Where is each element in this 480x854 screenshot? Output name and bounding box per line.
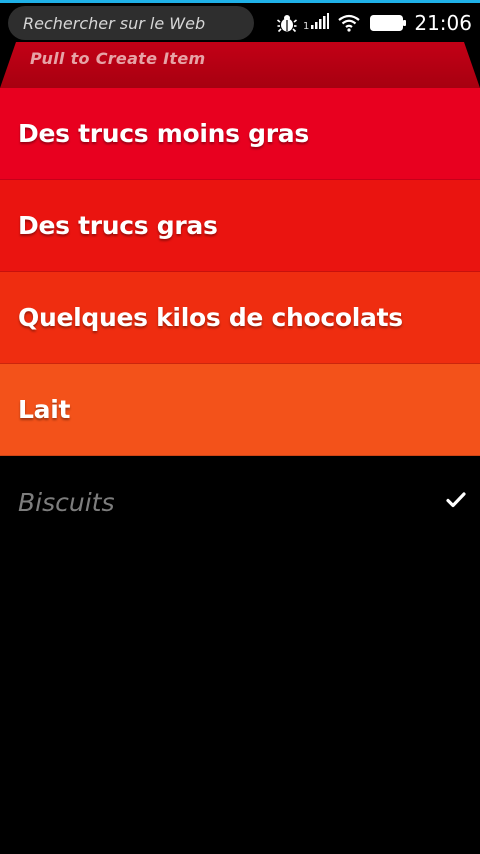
pull-header-label: Pull to Create Item (30, 49, 206, 68)
list-item[interactable]: Des trucs moins gras (0, 88, 480, 180)
checkmark-icon (446, 492, 466, 512)
signal-icon (311, 12, 330, 33)
app-screen: Rechercher sur le Web 1 21:06 Pull to Cr… (0, 0, 480, 854)
signal-indicator: 1 (302, 12, 330, 33)
battery-icon (370, 14, 407, 31)
list-item-label: Des trucs moins gras (18, 119, 309, 148)
wifi-icon (338, 14, 361, 32)
pull-to-create-header[interactable]: Pull to Create Item (0, 42, 480, 88)
bug-icon (276, 13, 297, 33)
list-item[interactable]: Quelques kilos de chocolats (0, 272, 480, 364)
list-item-label: Des trucs gras (18, 211, 218, 240)
status-icons: 1 21:06 (276, 3, 472, 42)
search-placeholder: Rechercher sur le Web (23, 13, 206, 33)
list-item-label: Quelques kilos de chocolats (18, 303, 403, 332)
signal-number: 1 (302, 20, 310, 32)
clock: 21:06 (414, 10, 472, 35)
todo-list: Des trucs moins gras Des trucs gras Quel… (0, 88, 480, 548)
completed-item-label: Biscuits (18, 487, 115, 517)
list-item-label: Lait (18, 395, 71, 424)
list-item[interactable]: Des trucs gras (0, 180, 480, 272)
completed-list-item[interactable]: Biscuits (0, 456, 480, 548)
web-search-bar[interactable]: Rechercher sur le Web (8, 6, 254, 40)
list-item[interactable]: Lait (0, 364, 480, 456)
status-bar: Rechercher sur le Web 1 21:06 (0, 3, 480, 42)
